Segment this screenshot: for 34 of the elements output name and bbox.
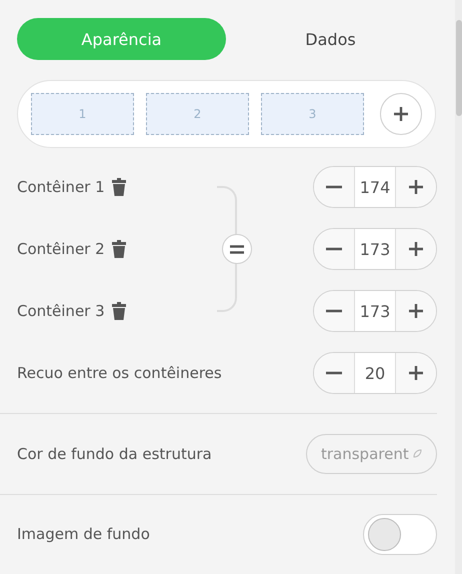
toggle-label: Imagem de fundo — [17, 525, 150, 544]
stepper-value[interactable]: 20 — [354, 353, 396, 393]
resize-handle-icon — [412, 449, 422, 458]
container-label: Contêiner 1 — [17, 178, 105, 196]
container-label: Contêiner 2 — [17, 240, 105, 258]
plus-icon — [408, 179, 424, 195]
stepper-value[interactable]: 173 — [354, 229, 396, 269]
trash-icon[interactable] — [110, 239, 127, 259]
trash-icon[interactable] — [110, 301, 127, 321]
equalize-button[interactable] — [222, 234, 252, 264]
gap-label: Recuo entre os contêineres — [17, 364, 223, 382]
container-label: Contêiner 3 — [17, 302, 105, 320]
minus-icon — [326, 309, 342, 313]
increase-button[interactable] — [396, 291, 436, 331]
increase-button[interactable] — [396, 167, 436, 207]
stepper-value[interactable]: 173 — [354, 291, 396, 331]
plus-icon — [393, 106, 409, 122]
increase-button[interactable] — [396, 229, 436, 269]
scrollbar[interactable] — [455, 0, 462, 574]
plus-icon — [408, 303, 424, 319]
increase-button[interactable] — [396, 353, 436, 393]
toggle-switch[interactable] — [363, 514, 437, 555]
stepper-value[interactable]: 174 — [354, 167, 396, 207]
minus-icon — [326, 185, 342, 189]
add-button[interactable] — [380, 93, 422, 135]
plus-icon — [408, 365, 424, 381]
minus-icon — [326, 247, 342, 251]
equals-icon — [230, 244, 244, 254]
scrollbar-thumb[interactable] — [456, 20, 462, 116]
trash-icon[interactable] — [110, 177, 127, 197]
plus-icon — [408, 241, 424, 257]
tab[interactable]: Dados — [226, 18, 435, 60]
minus-icon — [326, 371, 342, 375]
field-label: Cor de fundo da estrutura — [17, 444, 212, 463]
